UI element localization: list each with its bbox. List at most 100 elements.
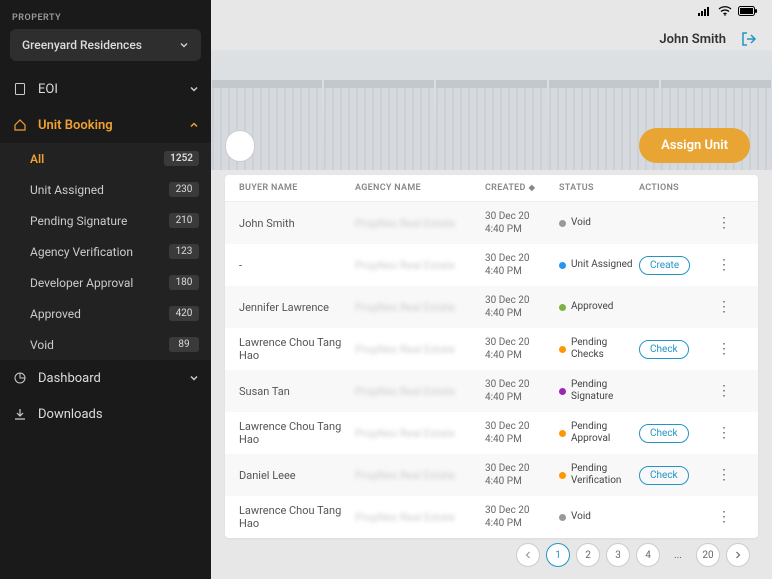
more-icon[interactable]: ⋮ [709,384,739,398]
more-icon[interactable]: ⋮ [709,216,739,230]
page-3[interactable]: 3 [606,543,630,567]
status-badge: Pending Signature [559,379,639,403]
status-dot-icon [559,514,566,521]
nav-label: EOI [38,82,189,97]
more-icon[interactable]: ⋮ [709,468,739,482]
page-4[interactable]: 4 [636,543,660,567]
agency-name: PropNex Real Estate [355,469,485,482]
status-badge: Void [559,217,639,229]
agency-name: PropNex Real Estate [355,385,485,398]
more-icon[interactable]: ⋮ [709,426,739,440]
count-badge: 89 [169,337,199,352]
status-dot-icon [559,430,566,437]
download-icon [12,406,28,422]
check-button[interactable]: Check [639,424,689,443]
property-label: PROPERTY [0,0,211,29]
more-icon[interactable]: ⋮ [709,510,739,524]
status-badge: Void [559,511,639,523]
wifi-icon [718,6,732,16]
sidebar-item-agency-verification[interactable]: Agency Verification 123 [0,236,211,267]
property-name: Greenyard Residences [22,38,142,52]
nav-label: Downloads [38,407,199,422]
table-row: Susan TanPropNex Real Estate30 Dec 204:4… [225,370,758,412]
create-button[interactable]: Create [639,256,690,275]
page-header: John Smith [659,30,758,48]
sidebar-item-pending-signature[interactable]: Pending Signature210 [0,205,211,236]
count-badge: 123 [169,244,199,259]
table-row: John SmithPropNex Real Estate30 Dec 204:… [225,202,758,244]
row-action: Create [639,256,709,275]
status-dot-icon [559,304,566,311]
buyer-name: Susan Tan [225,385,355,398]
sidebar-item-void[interactable]: Void 89 [0,329,211,360]
agency-name: PropNex Real Estate [355,259,485,272]
row-action: Check [639,466,709,485]
bookings-table: BUYER NAME AGENCY NAME CREATED◆ STATUS A… [225,175,758,538]
buyer-name: - [225,259,355,272]
device-status-bar [698,6,758,16]
agency-name: PropNex Real Estate [355,511,485,524]
page-2[interactable]: 2 [576,543,600,567]
table-row: Jennifer LawrencePropNex Real Estate30 D… [225,286,758,328]
col-status: STATUS [559,183,639,193]
nav-downloads[interactable]: Downloads [0,396,211,432]
nav-unit-booking[interactable]: Unit Booking [0,107,211,143]
sidebar-item-developer-approval[interactable]: Developer Approval 180 [0,267,211,298]
chevron-down-icon [189,373,199,383]
battery-icon [738,6,758,16]
more-icon[interactable]: ⋮ [709,300,739,314]
assign-unit-button[interactable]: Assign Unit [639,128,750,163]
page-next[interactable] [726,543,750,567]
sublist-label: Unit Assigned [30,183,104,197]
nav-dashboard[interactable]: Dashboard [0,360,211,396]
sublist-label: Developer Approval [30,276,133,290]
buyer-name: Daniel Leee [225,469,355,482]
table-header: BUYER NAME AGENCY NAME CREATED◆ STATUS A… [225,175,758,202]
logout-icon[interactable] [740,30,758,48]
status-badge: Approved [559,301,639,313]
chevron-down-icon [189,84,199,94]
status-badge: Pending Checks [559,337,639,361]
count-badge: 180 [169,275,199,290]
buyer-name: Jennifer Lawrence [225,301,355,314]
status-badge: Pending Approval [559,421,639,445]
sidebar-item-unit-assigned[interactable]: Unit Assigned230 [0,174,211,205]
page-20[interactable]: 20 [696,543,720,567]
row-action: Check [639,424,709,443]
count-badge: 210 [169,213,199,228]
table-row: Lawrence Chou Tang HaoPropNex Real Estat… [225,328,758,370]
col-actions: ACTIONS [639,183,709,193]
sublist-label: Void [30,338,54,352]
created-date: 30 Dec 204:40 PM [485,504,559,530]
status-dot-icon [559,220,566,227]
created-date: 30 Dec 204:40 PM [485,378,559,404]
agency-name: PropNex Real Estate [355,301,485,314]
table-row: Lawrence Chou Tang HaoPropNex Real Estat… [225,496,758,538]
col-created[interactable]: CREATED◆ [485,183,559,193]
more-icon[interactable]: ⋮ [709,258,739,272]
sidebar-item-all[interactable]: All1252 [0,143,211,174]
search-input[interactable] [225,130,255,162]
nav-label: Dashboard [38,371,189,386]
page-prev[interactable] [516,543,540,567]
created-date: 30 Dec 204:40 PM [485,462,559,488]
sublist-label: All [30,152,44,166]
page-1[interactable]: 1 [546,543,570,567]
main-content: John Smith Assign Unit BUYER NAME AGENCY… [211,0,772,579]
row-action: Check [639,340,709,359]
col-buyer: BUYER NAME [225,183,355,193]
home-icon [12,117,28,133]
buyer-name: John Smith [225,217,355,230]
agency-name: PropNex Real Estate [355,427,485,440]
chevron-down-icon [179,40,189,50]
agency-name: PropNex Real Estate [355,217,485,230]
property-selector[interactable]: Greenyard Residences [10,29,201,61]
status-badge: Unit Assigned [559,259,639,271]
nav-eoi[interactable]: EOI [0,71,211,107]
check-button[interactable]: Check [639,340,689,359]
more-icon[interactable]: ⋮ [709,342,739,356]
sidebar-item-approved[interactable]: Approved420 [0,298,211,329]
sublist-label: Agency Verification [30,245,133,259]
user-name: John Smith [659,32,726,47]
check-button[interactable]: Check [639,466,689,485]
